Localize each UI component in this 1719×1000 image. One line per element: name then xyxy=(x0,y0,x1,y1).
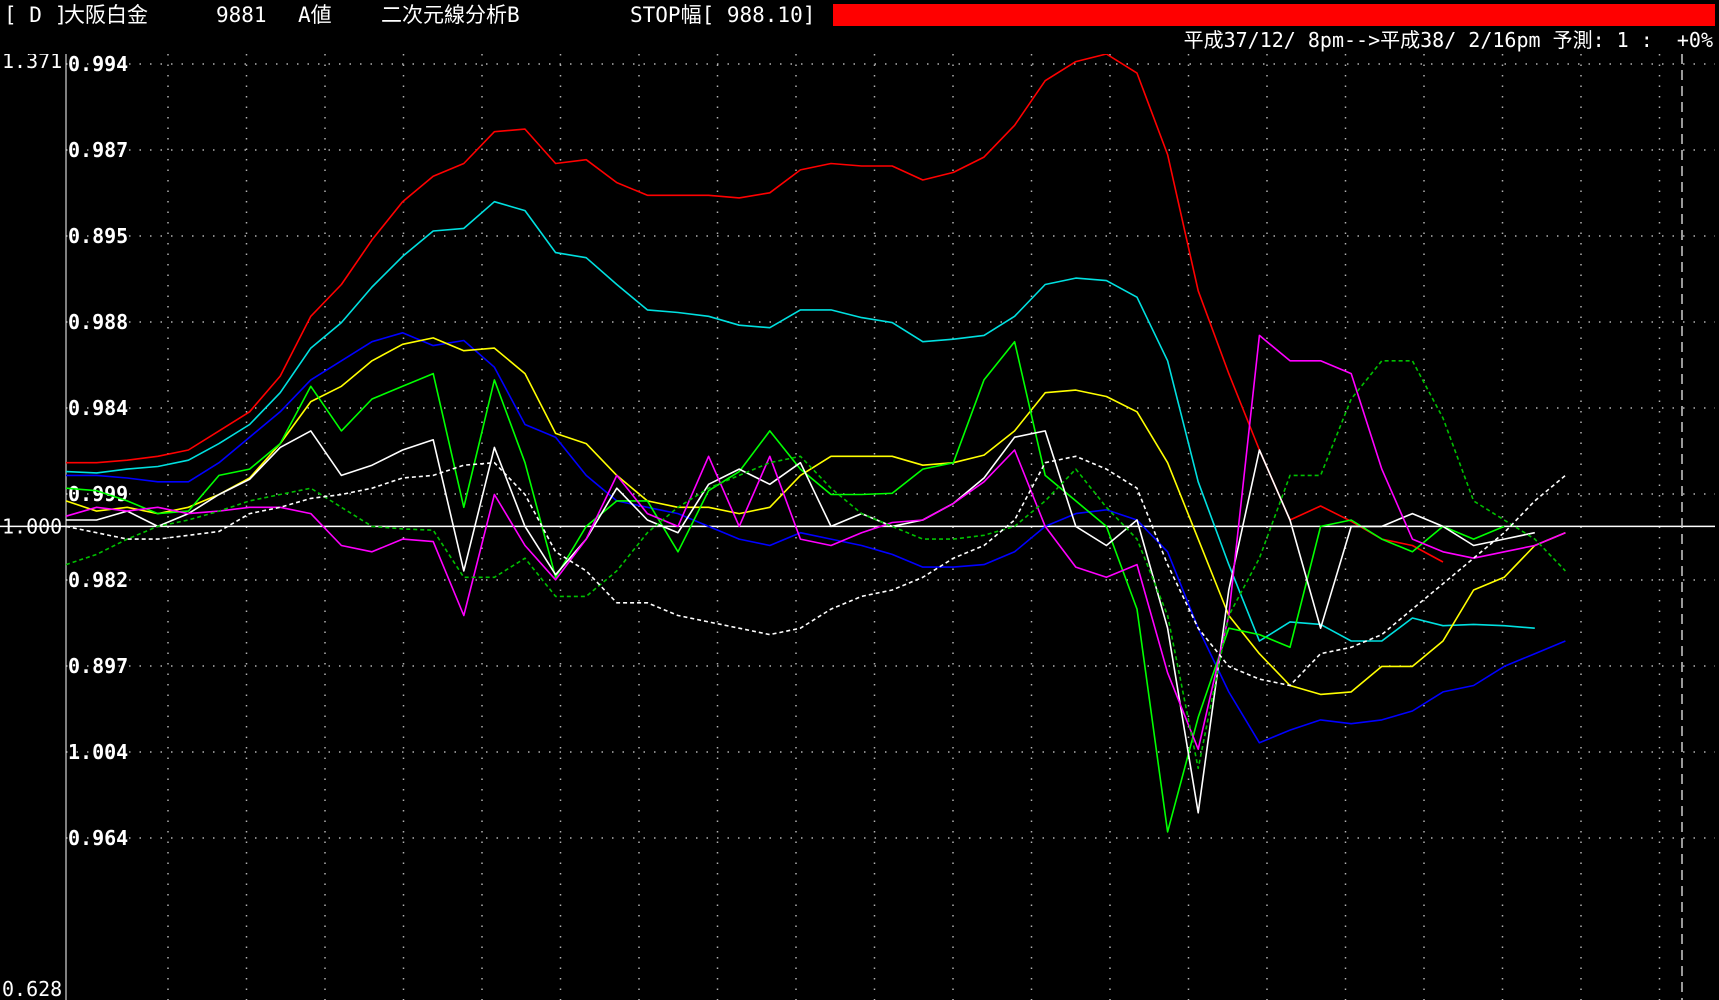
y-tick-label: 0.982 xyxy=(68,568,128,592)
series-line-5 xyxy=(65,340,1505,833)
series-line-6 xyxy=(66,430,1535,814)
axes xyxy=(0,54,1715,1000)
y-tick-label: 0.984 xyxy=(68,396,128,420)
series-lines xyxy=(65,54,1566,833)
chart-header: [ D ] 大阪白金 9881 A値 二次元線分析B STOP幅[ 988.10… xyxy=(0,0,1719,30)
y-tick-label: 0.988 xyxy=(68,310,128,334)
series-line-7 xyxy=(65,334,1566,751)
instrument-name: 大阪白金 xyxy=(64,3,148,27)
line-chart: 1.371 1.000 0.628 0.994 0.987 0.895 0.988 0.984… xyxy=(0,54,1715,1000)
left-axis-label-top: 1.371 xyxy=(2,54,62,73)
y-tick-label: 0.999 xyxy=(68,482,128,506)
y-tick-label: 0.895 xyxy=(68,224,128,248)
y-tick-label: 1.004 xyxy=(68,740,128,764)
y-tick-label: 0.964 xyxy=(68,826,128,850)
value-type: A値 xyxy=(298,3,332,27)
y-tick-label: 0.897 xyxy=(68,654,128,678)
series-line-9 xyxy=(65,455,1566,687)
series-line-3 xyxy=(66,331,1566,744)
series-line-1 xyxy=(66,54,1444,563)
instrument-number: 9881 xyxy=(216,3,267,27)
period-label: 平成37/12/ 8pm-->平成38/ 2/16pm 予測: 1 : +0% xyxy=(1183,28,1713,52)
y-tick-label: 0.987 xyxy=(68,138,128,162)
y-tick-label: 0.994 xyxy=(68,54,128,76)
stop-indicator-bar xyxy=(833,4,1715,26)
stop-width: STOP幅[ 988.10] xyxy=(630,3,816,27)
analysis-name: 二次元線分析B xyxy=(381,3,520,27)
series-line-2 xyxy=(65,200,1535,642)
left-axis-label-bottom: 0.628 xyxy=(2,977,62,1000)
code-tag: [ D ] xyxy=(4,3,68,27)
left-axis-label-mid: 1.000 xyxy=(2,514,62,538)
